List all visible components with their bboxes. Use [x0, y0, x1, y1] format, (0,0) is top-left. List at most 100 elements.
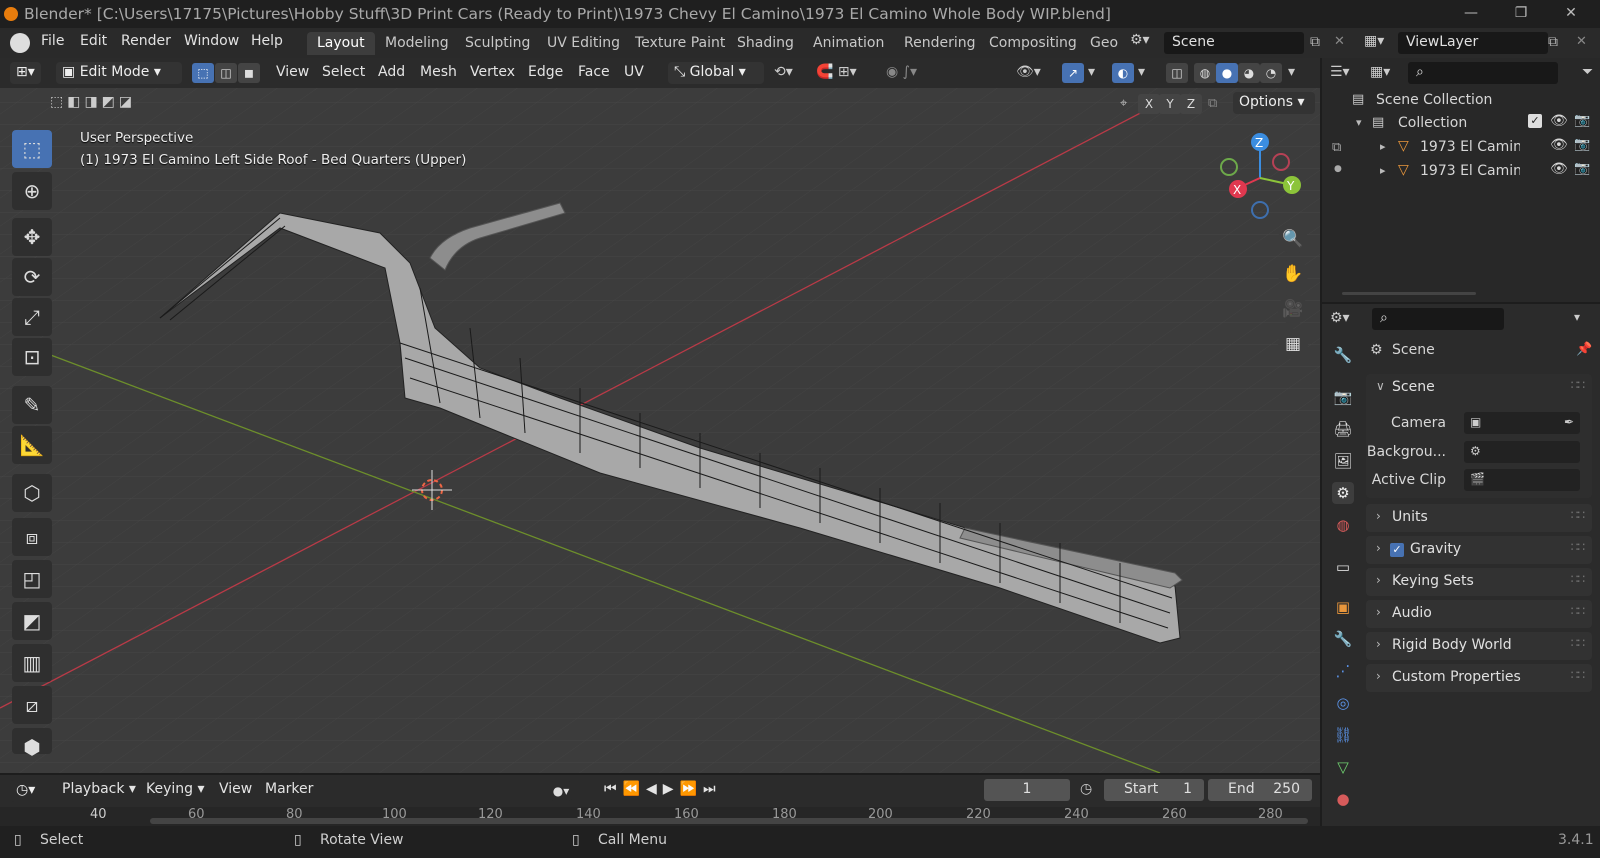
- edge-select-icon[interactable]: ◫: [215, 63, 237, 83]
- select-mode-buttons[interactable]: ⬚◧◨◩◪: [50, 94, 170, 116]
- select-box-tool-icon[interactable]: ⬚: [12, 130, 52, 168]
- object-visibility-icon[interactable]: 👁: [1550, 161, 1568, 177]
- options-dropdown[interactable]: Options ▾: [1233, 92, 1315, 114]
- eyedropper-icon[interactable]: ✒: [1564, 415, 1580, 429]
- poly-build-tool-icon[interactable]: ⬢: [12, 728, 52, 759]
- pivot-point-icon[interactable]: ⟲▾: [774, 64, 793, 80]
- drag-handle-icon[interactable]: ∷∷: [1571, 378, 1585, 392]
- object-visibility-icon[interactable]: 👁: [1550, 137, 1568, 153]
- 3d-viewport[interactable]: Z X Y ⊞▾ ▣ Edit Mode ▾ ⬚ ◫ ◼ View Select…: [0, 58, 1320, 773]
- shading-dropdown-icon[interactable]: ▾: [1288, 64, 1295, 80]
- scene-tab-icon[interactable]: ⚙: [1332, 482, 1354, 504]
- proportional-edit-icon[interactable]: ◉ ∫▾: [886, 64, 917, 80]
- object-expand-icon[interactable]: ▸: [1380, 164, 1386, 177]
- active-clip-field[interactable]: 🎬: [1464, 469, 1580, 491]
- auto-merge-icon[interactable]: ⧉: [1208, 96, 1217, 111]
- menu-add[interactable]: Add: [378, 64, 405, 80]
- particles-tab-icon[interactable]: ⋰: [1332, 660, 1354, 682]
- zoom-icon[interactable]: 🔍: [1278, 224, 1308, 254]
- scene-collection-label[interactable]: Scene Collection: [1376, 92, 1492, 108]
- maximize-button[interactable]: ❐: [1496, 0, 1546, 28]
- timeline-ruler[interactable]: 40 60 80 100 120 140 160 180 200 220 240…: [0, 807, 1320, 826]
- camera-view-icon[interactable]: 🎥: [1278, 294, 1308, 324]
- drag-handle-icon[interactable]: ∷∷: [1571, 636, 1585, 650]
- new-scene-icon[interactable]: ⧉: [1310, 34, 1320, 50]
- tab-layout[interactable]: Layout: [307, 32, 375, 55]
- editor-type-dropdown[interactable]: ⊞▾: [10, 62, 41, 84]
- collection-checkbox[interactable]: ✓: [1528, 114, 1542, 128]
- ortho-toggle-icon[interactable]: ▦: [1278, 329, 1308, 359]
- scene-browse-icon[interactable]: ⚙▾: [1130, 32, 1160, 54]
- tab-shading[interactable]: Shading: [727, 32, 804, 55]
- gravity-panel[interactable]: › ✓ Gravity ∷∷: [1366, 536, 1592, 564]
- menu-window[interactable]: Window: [184, 33, 239, 49]
- knife-tool-icon[interactable]: ⧄: [12, 686, 52, 724]
- output-tab-icon[interactable]: 🖨: [1332, 418, 1354, 440]
- collection-render-icon[interactable]: 📷: [1574, 113, 1590, 128]
- overlay-dropdown-icon[interactable]: ▾: [1138, 64, 1145, 80]
- tab-texture-paint[interactable]: Texture Paint: [625, 32, 735, 55]
- mode-dropdown[interactable]: ▣ Edit Mode ▾: [56, 62, 182, 84]
- constraints-tab-icon[interactable]: ⛓: [1332, 724, 1354, 746]
- menu-playback[interactable]: Playback ▾: [62, 781, 136, 797]
- visibility-icon[interactable]: 👁▾: [1016, 64, 1041, 80]
- menu-face[interactable]: Face: [578, 64, 610, 80]
- timeline-scrollbar[interactable]: [150, 818, 1308, 824]
- drag-handle-icon[interactable]: ∷∷: [1571, 508, 1585, 522]
- data-tab-icon[interactable]: ▽: [1332, 756, 1354, 778]
- object-render-icon[interactable]: 📷: [1574, 137, 1590, 152]
- scale-tool-icon[interactable]: ⤢: [12, 298, 52, 336]
- drag-handle-icon[interactable]: ∷∷: [1571, 540, 1585, 554]
- audio-panel[interactable]: › Audio ∷∷: [1366, 600, 1592, 628]
- outliner-item-2[interactable]: 1973 El Camino: [1420, 163, 1520, 179]
- move-tool-icon[interactable]: ✥: [12, 218, 52, 256]
- menu-edge[interactable]: Edge: [528, 64, 563, 80]
- add-cube-tool-icon[interactable]: ⬡: [12, 474, 52, 512]
- menu-file[interactable]: File: [41, 33, 64, 49]
- menu-timeline-view[interactable]: View: [219, 781, 252, 797]
- view-layer-tab-icon[interactable]: 🖼: [1332, 450, 1354, 472]
- tool-tab-icon[interactable]: 🔧: [1332, 344, 1354, 366]
- outliner-search-input[interactable]: ⌕: [1408, 62, 1558, 84]
- object-tab-icon[interactable]: ▣: [1332, 596, 1354, 618]
- loop-cut-tool-icon[interactable]: ▥: [12, 644, 52, 682]
- start-frame-field[interactable]: Start 1: [1104, 779, 1204, 801]
- bevel-tool-icon[interactable]: ◩: [12, 602, 52, 640]
- camera-field[interactable]: ▣ ✒: [1464, 412, 1580, 434]
- gizmo-toggle-icon[interactable]: ↗: [1062, 63, 1084, 83]
- annotate-tool-icon[interactable]: ✎: [12, 386, 52, 424]
- drag-handle-icon[interactable]: ∷∷: [1571, 604, 1585, 618]
- minimize-button[interactable]: —: [1446, 0, 1496, 28]
- collection-label[interactable]: Collection: [1398, 115, 1467, 131]
- measure-tool-icon[interactable]: 📐: [12, 426, 52, 464]
- solid-shading-icon[interactable]: ●: [1216, 63, 1238, 83]
- drag-handle-icon[interactable]: ∷∷: [1571, 668, 1585, 682]
- background-field[interactable]: ⚙: [1464, 441, 1580, 463]
- mirror-x-toggle[interactable]: X: [1138, 94, 1160, 114]
- delete-view-layer-icon[interactable]: ✕: [1576, 34, 1587, 49]
- outliner-item-1[interactable]: 1973 El Camino: [1420, 139, 1520, 155]
- tab-compositing[interactable]: Compositing: [979, 32, 1087, 55]
- object-render-icon[interactable]: 📷: [1574, 161, 1590, 176]
- mirror-z-toggle[interactable]: Z: [1180, 94, 1202, 114]
- rotate-tool-icon[interactable]: ⟳: [12, 258, 52, 296]
- menu-help[interactable]: Help: [251, 33, 283, 49]
- gizmo-dropdown-icon[interactable]: ▾: [1088, 64, 1095, 80]
- vertex-select-icon[interactable]: ⬚: [192, 63, 214, 83]
- mirror-icon[interactable]: ⌖: [1120, 96, 1127, 111]
- xray-toggle-icon[interactable]: ◫: [1166, 63, 1188, 83]
- menu-marker[interactable]: Marker: [265, 781, 313, 797]
- menu-edit[interactable]: Edit: [80, 33, 107, 49]
- render-tab-icon[interactable]: 📷: [1332, 386, 1354, 408]
- playback-controls[interactable]: ⏮⏪◀▶⏩⏭: [604, 781, 722, 797]
- extrude-tool-icon[interactable]: ⧈: [12, 518, 52, 556]
- gravity-checkbox[interactable]: ✓: [1390, 543, 1404, 557]
- cursor-tool-icon[interactable]: ⊕: [12, 172, 52, 210]
- pin-icon[interactable]: 📌: [1576, 342, 1592, 357]
- world-tab-icon[interactable]: ◍: [1332, 514, 1354, 536]
- current-frame-field[interactable]: 1: [984, 779, 1070, 801]
- mirror-y-toggle[interactable]: Y: [1159, 94, 1181, 114]
- menu-render[interactable]: Render: [121, 33, 171, 49]
- pan-hand-icon[interactable]: ✋: [1278, 259, 1308, 289]
- keying-sets-panel[interactable]: › Keying Sets ∷∷: [1366, 568, 1592, 596]
